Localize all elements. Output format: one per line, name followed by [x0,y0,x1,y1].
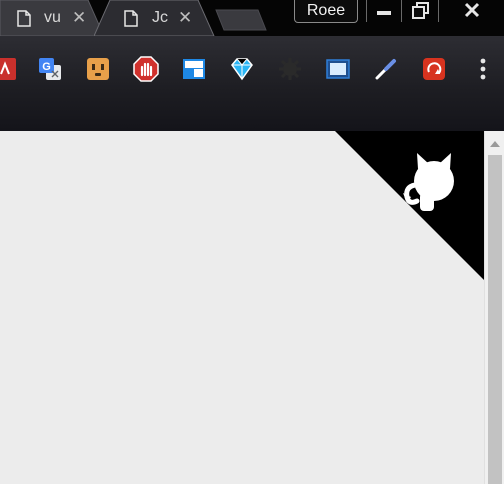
color-picker-icon[interactable] [373,56,399,82]
close-icon [464,2,480,18]
restore-icon [412,2,429,19]
pdf-extension-icon[interactable] [0,56,18,82]
tab-inactive[interactable]: vu ✕ [0,0,106,36]
vertical-scrollbar[interactable] [484,131,504,484]
tab-title: Jc [152,9,168,26]
google-translate-icon[interactable]: G [37,56,63,82]
tab-title: vu [44,9,61,26]
menu-kebab-icon[interactable] [474,56,492,82]
diamond-gem-icon[interactable] [229,56,255,82]
screen-capture-icon[interactable] [325,56,351,82]
adblock-stop-icon[interactable] [133,56,159,82]
document-icon [124,10,138,32]
tab-active[interactable]: Jc ✕ [94,0,216,36]
scroll-up-arrow-icon[interactable] [485,137,504,151]
minimize-icon [377,11,391,15]
document-icon [17,10,31,32]
red-recycle-icon[interactable] [421,56,447,82]
outlet-face-icon[interactable] [85,56,111,82]
restore-button[interactable] [401,0,438,22]
profile-button[interactable]: Roee [294,0,358,23]
minimize-button[interactable] [366,0,401,22]
svg-text:G: G [42,61,51,73]
puzzle-gear-icon[interactable] [277,56,303,82]
new-tab-button[interactable] [214,8,268,32]
github-corner-link[interactable] [335,131,484,280]
scroll-thumb[interactable] [488,155,502,484]
window-app-icon[interactable] [181,56,207,82]
close-window-button[interactable] [438,0,504,22]
title-bar: vu ✕ Jc ✕ Roee [0,0,504,36]
tab-close-icon[interactable]: ✕ [72,8,86,28]
tab-close-icon[interactable]: ✕ [178,8,192,28]
browser-toolbar: G [0,36,504,131]
